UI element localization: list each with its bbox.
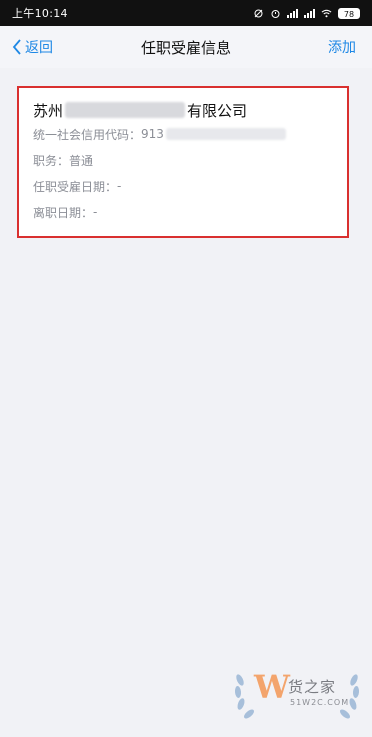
add-button[interactable]: 添加 [328,26,356,68]
company-suffix: 有限公司 [187,101,248,120]
alarm-icon [271,9,280,18]
watermark-logo: W 货之家 51W2C.COM [232,664,362,722]
credit-code-row: 统一社会信用代码： 913 [33,121,333,147]
page-title: 任职受雇信息 [140,38,231,57]
nav-header: 返回 任职受雇信息 添加 [0,26,372,68]
employment-date-label: 任职受雇日期： [33,179,118,194]
redacted-credit-code [165,128,286,140]
back-button[interactable]: 返回 [12,26,53,68]
employment-date-value: - [117,179,122,193]
position-row: 职务： 普通 [33,147,333,173]
watermark-letter: W [254,668,290,706]
signal-icon-2 [304,8,315,18]
back-label: 返回 [25,40,53,56]
employment-date-row: 任职受雇日期： - [33,173,333,199]
signal-icon [287,8,298,18]
credit-code-prefix: 913 [141,127,164,141]
status-time: 上午10:14 [12,7,68,20]
position-label: 职务： [33,153,70,168]
credit-code-label: 统一社会信用代码： [33,127,142,142]
status-bar: 上午10:14 78 [0,0,372,26]
status-icons: 78 [253,7,360,19]
mute-icon [254,9,263,17]
redacted-company-name [65,102,186,118]
leave-date-value: - [93,205,98,219]
chevron-left-icon [12,39,21,55]
battery-icon: 78 [338,7,360,19]
watermark-name: 货之家 [288,678,337,696]
company-name: 苏州 有限公司 [33,99,333,121]
watermark-site: 51W2C.COM [290,698,350,707]
leave-date-row: 离职日期： - [33,199,333,225]
wifi-icon [321,9,332,17]
company-prefix: 苏州 [33,101,64,120]
employment-card[interactable]: 苏州 有限公司 统一社会信用代码： 913 职务： 普通 任职受雇日期： - 离… [17,86,349,238]
leave-date-label: 离职日期： [33,205,94,220]
position-value: 普通 [69,153,94,168]
